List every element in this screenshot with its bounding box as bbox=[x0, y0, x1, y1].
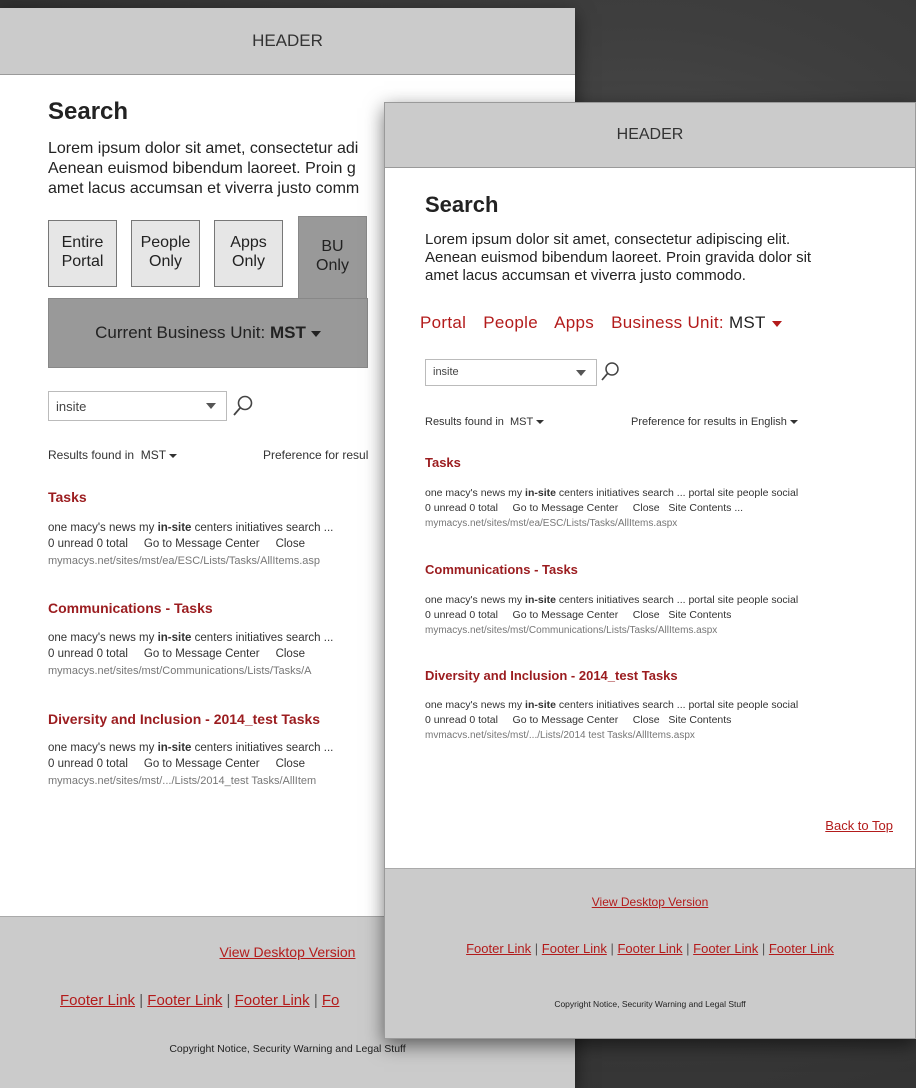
view-desktop-link[interactable]: View Desktop Version bbox=[220, 944, 356, 960]
scope-bu-only-button[interactable]: BU Only bbox=[298, 216, 367, 300]
tab-apps[interactable]: Apps bbox=[554, 313, 594, 332]
preference-filter[interactable]: Preference for results in English bbox=[631, 416, 798, 428]
result-snippet: one macy's news my in-site centers initi… bbox=[425, 699, 799, 711]
result-title-communications[interactable]: Communications - Tasks bbox=[48, 600, 213, 616]
scope-entire-portal-button[interactable]: Entire Portal bbox=[48, 220, 117, 287]
current-business-unit-dropdown[interactable]: Current Business Unit: MST bbox=[48, 298, 368, 368]
footer-link[interactable]: Footer Link bbox=[542, 941, 607, 956]
copyright-notice: Copyright Notice, Security Warning and L… bbox=[169, 1043, 406, 1055]
result-url: mymacys.net/sites/mst/Communications/Lis… bbox=[425, 625, 718, 636]
page-title: Search bbox=[425, 192, 499, 217]
result-meta: 0 unread 0 total Go to Message Center Cl… bbox=[425, 714, 732, 726]
back-to-top-link[interactable]: Back to Top bbox=[825, 818, 893, 833]
chevron-down-icon bbox=[310, 330, 321, 337]
scope-tabs: Portal People Apps Business Unit: MST bbox=[420, 313, 794, 333]
result-snippet: one macy's news my in-site centers initi… bbox=[425, 487, 799, 499]
footer-link[interactable]: Footer Link bbox=[769, 941, 834, 956]
page-title: Search bbox=[48, 98, 129, 125]
result-title-tasks[interactable]: Tasks bbox=[48, 489, 87, 505]
copyright-notice: Copyright Notice, Security Warning and L… bbox=[554, 999, 746, 1009]
result-snippet: one macy's news my in-site centers initi… bbox=[425, 594, 799, 606]
result-url: mymacys.net/sites/mst/ea/ESC/Lists/Tasks… bbox=[48, 555, 321, 567]
result-title-diversity[interactable]: Diversity and Inclusion - 2014_test Task… bbox=[425, 668, 678, 683]
search-icon[interactable] bbox=[232, 394, 254, 418]
preference-filter[interactable]: Preference for resul bbox=[263, 448, 368, 462]
intro-text: Lorem ipsum dolor sit amet, consectetur … bbox=[425, 231, 812, 284]
search-input[interactable]: insite bbox=[48, 391, 227, 421]
footer-link[interactable]: Footer Link bbox=[693, 941, 758, 956]
result-title-tasks[interactable]: Tasks bbox=[425, 455, 461, 470]
result-snippet: one macy's news my in-site centers initi… bbox=[48, 742, 334, 754]
result-title-communications[interactable]: Communications - Tasks bbox=[425, 562, 578, 577]
tab-people[interactable]: People bbox=[483, 313, 538, 332]
result-meta: 0 unread 0 total Go to Message Center Cl… bbox=[425, 502, 744, 514]
result-snippet: one macy's news my in-site centers initi… bbox=[48, 632, 334, 644]
search-icon[interactable] bbox=[600, 361, 620, 383]
result-url: mymacys.net/sites/mst/Communications/Lis… bbox=[48, 665, 312, 677]
footer-link[interactable]: Footer Link bbox=[60, 992, 135, 1009]
tab-business-unit[interactable]: Business Unit: MST bbox=[611, 313, 782, 332]
page-header: HEADER bbox=[385, 103, 915, 168]
intro-text: Lorem ipsum dolor sit amet, consectetur … bbox=[48, 140, 360, 197]
results-found-filter[interactable]: Results found in MST bbox=[425, 416, 545, 428]
tab-portal[interactable]: Portal bbox=[420, 313, 466, 332]
mobile-wireframe: HEADER Search Lorem ipsum dolor sit amet… bbox=[384, 102, 916, 1039]
page-footer: View Desktop Version Footer Link | Foote… bbox=[385, 868, 915, 1038]
footer-link[interactable]: Footer Link bbox=[617, 941, 682, 956]
results-found-filter[interactable]: Results found in MST bbox=[48, 448, 178, 462]
chevron-down-icon[interactable] bbox=[576, 370, 586, 376]
result-snippet: one macy's news my in-site centers initi… bbox=[48, 522, 334, 534]
search-input[interactable]: insite bbox=[425, 359, 597, 386]
chevron-down-icon bbox=[771, 320, 782, 327]
scope-people-only-button[interactable]: People Only bbox=[131, 220, 200, 287]
result-meta: 0 unread 0 total Go to Message Center Cl… bbox=[48, 758, 305, 770]
footer-link[interactable]: Footer Link bbox=[235, 992, 310, 1009]
view-desktop-link[interactable]: View Desktop Version bbox=[592, 895, 709, 909]
result-meta: 0 unread 0 total Go to Message Center Cl… bbox=[48, 648, 305, 660]
result-url: mymacys.net/sites/mst/.../Lists/2014_tes… bbox=[48, 775, 317, 787]
page-header: HEADER bbox=[0, 8, 575, 75]
footer-link[interactable]: Fo bbox=[322, 992, 340, 1009]
result-title-diversity[interactable]: Diversity and Inclusion - 2014_test Task… bbox=[48, 711, 320, 727]
chevron-down-icon[interactable] bbox=[206, 403, 216, 409]
footer-link[interactable]: Footer Link bbox=[147, 992, 222, 1009]
result-meta: 0 unread 0 total Go to Message Center Cl… bbox=[425, 609, 732, 621]
result-meta: 0 unread 0 total Go to Message Center Cl… bbox=[48, 538, 305, 550]
result-url: mvmacvs.net/sites/mst/.../Lists/2014 tes… bbox=[425, 730, 695, 741]
footer-link[interactable]: Footer Link bbox=[466, 941, 531, 956]
scope-apps-only-button[interactable]: Apps Only bbox=[214, 220, 283, 287]
result-url: mymacys.net/sites/mst/ea/ESC/Lists/Tasks… bbox=[425, 518, 678, 529]
